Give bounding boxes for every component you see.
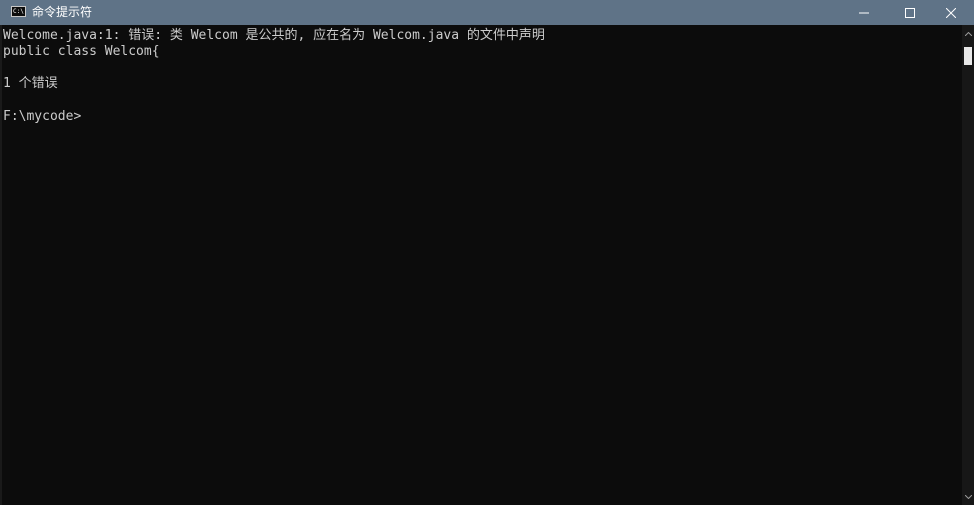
maximize-icon [905, 7, 915, 18]
window-title: 命令提示符 [32, 5, 93, 19]
cmd-icon: C:\ [11, 6, 26, 17]
console-line: Welcome.java:1: 错误: 类 Welcom 是公共的, 应在名为 … [3, 28, 545, 43]
console-line: 1 个错误 [3, 76, 58, 91]
console-output[interactable]: Welcome.java:1: 错误: 类 Welcom 是公共的, 应在名为 … [0, 25, 962, 505]
scroll-up-button[interactable] [962, 25, 974, 42]
chevron-down-icon [964, 494, 972, 499]
close-icon [946, 7, 956, 18]
command-prompt[interactable]: F:\mycode> [3, 109, 81, 125]
minimize-icon [859, 12, 869, 13]
minimize-button[interactable] [841, 0, 887, 25]
scrollbar-thumb[interactable] [964, 47, 972, 65]
window-border [0, 25, 2, 505]
command-prompt-window: C:\ 命令提示符 Welcome.java:1: 错误: 类 Welcom 是… [0, 0, 974, 505]
vertical-scrollbar[interactable] [962, 25, 974, 505]
maximize-button[interactable] [887, 0, 933, 25]
console-line: public class Welcom{ [3, 44, 160, 59]
title-bar[interactable]: C:\ 命令提示符 [0, 0, 974, 25]
chevron-up-icon [964, 31, 972, 36]
scroll-down-button[interactable] [962, 488, 974, 505]
close-button[interactable] [928, 0, 974, 25]
